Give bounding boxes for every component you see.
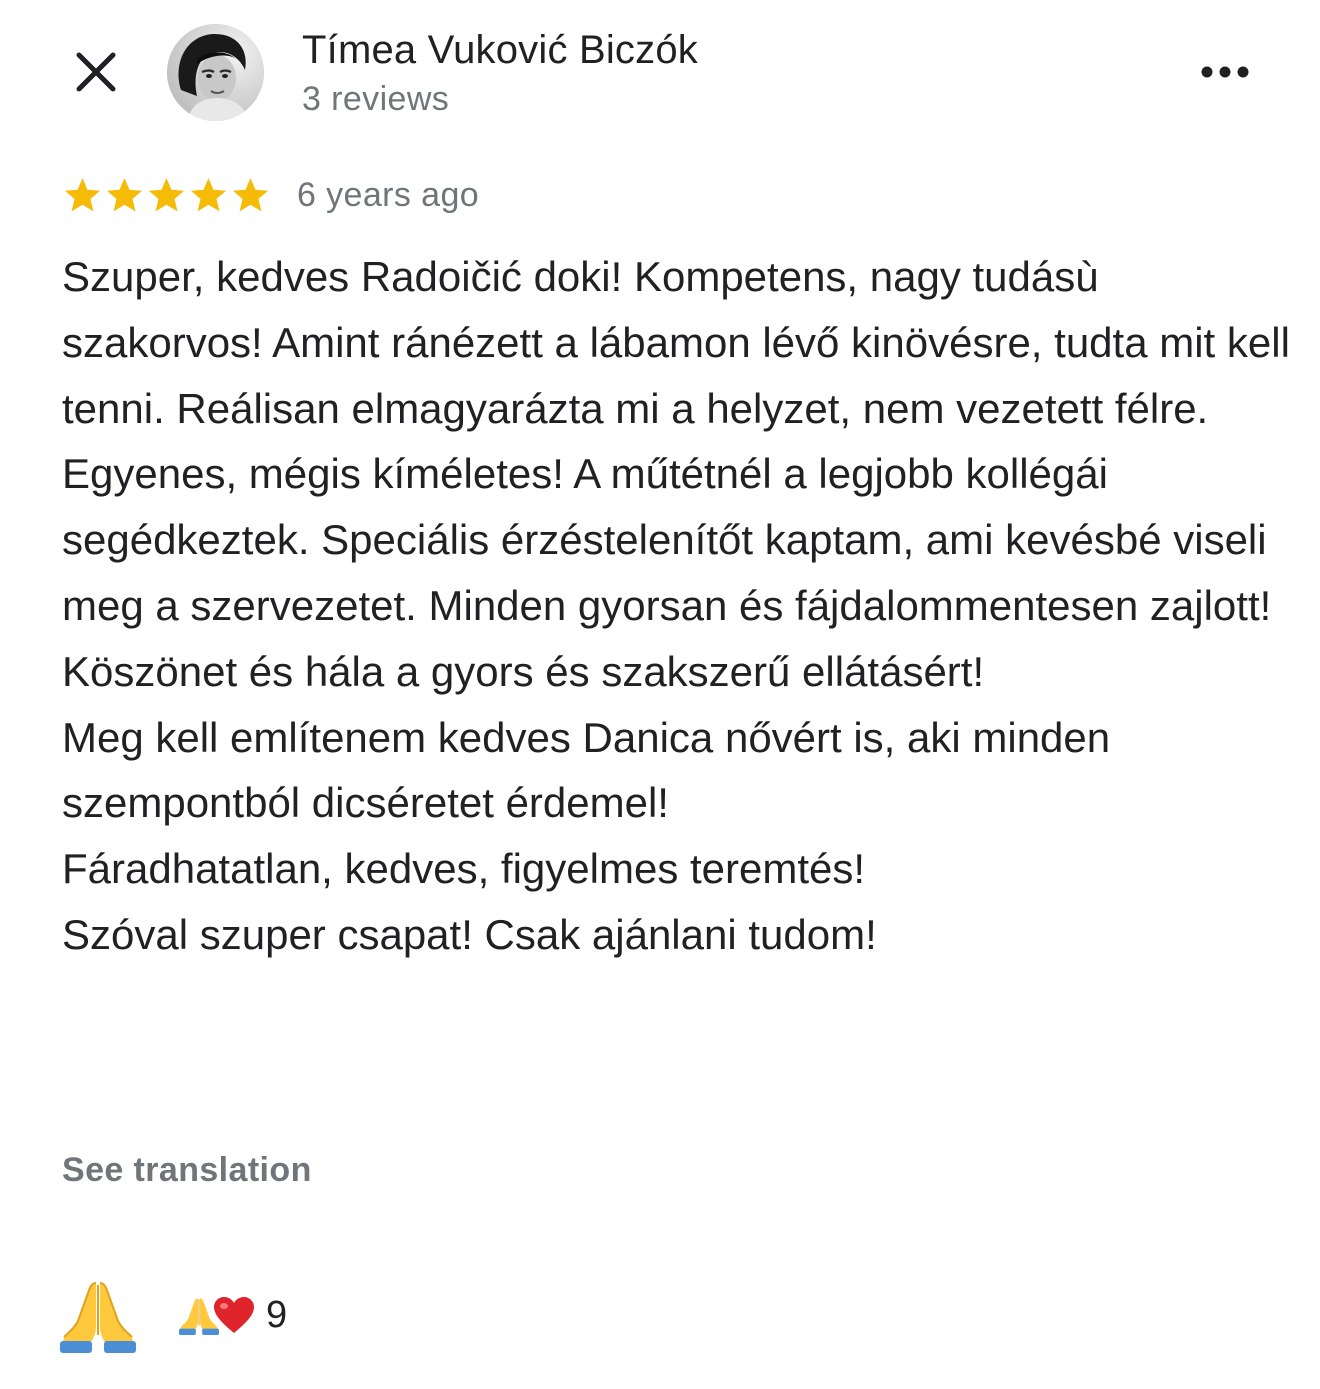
star-icon: [148, 177, 185, 211]
star-icon: [64, 177, 101, 211]
review-text: Szuper, kedves Radoičić doki! Kompetens,…: [62, 253, 1290, 958]
star-rating: [62, 175, 271, 216]
reviewer-photo: [167, 24, 264, 121]
reviewer-name[interactable]: Tímea Vuković Biczók: [302, 26, 698, 74]
review-time: 6 years ago: [297, 175, 480, 214]
heart-icon: [214, 1297, 254, 1333]
more-options-button[interactable]: [1190, 50, 1260, 94]
react-button[interactable]: [58, 1275, 138, 1355]
see-translation-link[interactable]: See translation: [62, 1148, 312, 1192]
star-icon: [106, 177, 143, 211]
reaction-count: 9: [266, 1293, 288, 1336]
star-icon: [190, 177, 227, 211]
reviewer-info[interactable]: Tímea Vuković Biczók 3 reviews: [302, 26, 698, 122]
folded-hands-icon: [60, 1282, 136, 1353]
star-icon: [232, 177, 269, 211]
close-button[interactable]: [66, 42, 126, 102]
reaction-summary[interactable]: 9: [178, 1285, 287, 1345]
rating-row: 6 years ago: [62, 170, 479, 220]
avatar[interactable]: [167, 24, 264, 121]
review-count: 3 reviews: [302, 80, 450, 118]
close-icon: [76, 52, 116, 92]
more-horizontal-icon: [1201, 66, 1249, 78]
